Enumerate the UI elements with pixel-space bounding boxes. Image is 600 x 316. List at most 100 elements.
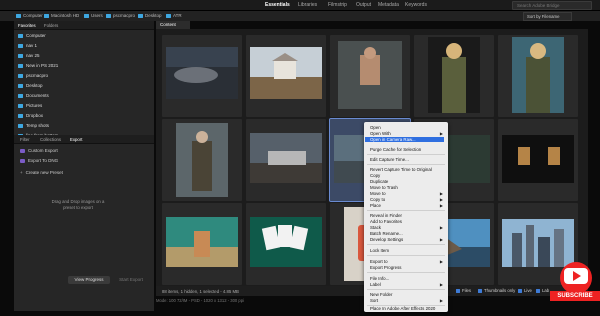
files-toggle[interactable]: Files [456,288,471,293]
menu-duplicate[interactable]: Duplicate [370,179,388,184]
view-progress-button[interactable]: View Progress [68,276,110,284]
menu-revert-capture-time[interactable]: Revert Capture Time to Original [370,167,432,172]
menu-copy[interactable]: Copy [370,173,380,178]
menu-open-with[interactable]: Open With [370,131,391,136]
workspace-metadata[interactable]: Metadata [378,2,399,8]
menu-reveal-in-finder[interactable]: Reveal in Finder [370,213,402,218]
thumbnail-image [176,123,228,197]
menu-place-after-effects[interactable]: Place In Adobe After Effects 2020 [370,306,435,311]
thumbnail-cell[interactable] [498,119,578,201]
menu-develop-settings[interactable]: Develop Settings [370,237,403,242]
thumbnail-image [502,219,574,267]
favorite-item[interactable]: Documents [18,93,49,98]
folder-icon [18,73,23,78]
thumbnail-cell[interactable] [330,35,410,117]
menu-purge-cache[interactable]: Purge Cache for Selection [370,147,421,152]
menu-open-camera-raw[interactable]: Open in Camera Raw... [365,137,444,142]
menu-sort[interactable]: Sort [370,298,378,303]
submenu-arrow-icon: ▶ [439,191,443,196]
thumbnail-cell[interactable] [414,35,494,117]
menu-copy-to[interactable]: Copy to [370,197,385,202]
menu-batch-rename[interactable]: Batch Rename... [370,231,403,236]
breadcrumb-atr[interactable]: ATR [166,13,182,18]
live-toggle[interactable]: Live [518,288,532,293]
menu-place[interactable]: Place [370,203,381,208]
thumbnail-image [512,37,564,113]
menu-new-folder[interactable]: New Folder [370,292,392,297]
folder-icon [18,63,23,68]
thumbnail-cell[interactable] [162,203,242,285]
tab-folders[interactable]: Folders [44,23,58,28]
breadcrumb-hd[interactable]: Macintosh HD [44,13,79,18]
menu-separator [367,154,445,155]
start-export-button[interactable]: Start Export [116,276,146,284]
breadcrumb-computer[interactable]: Computer [16,13,43,18]
tab-export[interactable]: Export [70,137,82,142]
menu-label[interactable]: Label [370,282,381,287]
menu-open[interactable]: Open [370,125,381,130]
thumbnail-cell[interactable] [162,119,242,201]
breadcrumb-users[interactable]: Users [84,13,103,18]
sort-dropdown[interactable]: Sort by Filename [523,12,572,21]
favorite-item[interactable]: nav 25 [18,53,40,58]
favorites-tabs: Favorites Folders [14,21,154,30]
favorite-item[interactable]: Computer [18,33,46,38]
menu-move-to-trash[interactable]: Move to Trash [370,185,398,190]
favorite-item[interactable]: Desktop [18,83,43,88]
thumbnail-cell[interactable] [246,203,326,285]
thumbnail-cell[interactable] [498,35,578,117]
folder-icon [18,93,23,98]
favorite-item[interactable]: Pictures [18,103,42,108]
thumbnail-image [502,135,574,183]
menu-stack[interactable]: Stack [370,225,381,230]
checkbox-icon [478,288,482,293]
export-new-preset[interactable]: + Create new Preset [20,170,63,175]
submenu-arrow-icon: ▶ [439,225,443,230]
favorite-item[interactable]: Dropbox [18,113,43,118]
thumbnail-image [428,37,480,113]
export-dng[interactable]: Export To DNG [20,158,58,163]
folder-icon [18,83,23,88]
thumbnails-only-toggle[interactable]: Thumbnails only [478,288,515,293]
tab-content[interactable]: Content [156,21,190,29]
menu-add-to-favorites[interactable]: Add to Favorites [370,219,402,224]
workspace-libraries[interactable]: Libraries [298,2,317,8]
tab-collections[interactable]: Collections [40,137,61,142]
menu-file-info[interactable]: File Info... [370,276,389,281]
thumbnail-cell[interactable] [246,119,326,201]
menu-move-to[interactable]: Move to [370,191,386,196]
folder-icon [18,113,23,118]
breadcrumb-desktop[interactable]: Desktop [138,13,162,18]
file-info-footer: Mode: 100 72/IM - PSD - 1020 x 1312 - 30… [156,298,244,303]
export-custom[interactable]: Custom Export [20,148,58,153]
favorite-item[interactable]: pscmacpro [18,73,48,78]
folder-icon [44,13,49,18]
subscribe-badge[interactable]: SUBSCRIBE [550,291,600,301]
lower-tabs: Filter Collections Export [14,135,154,144]
tab-favorites[interactable]: Favorites [18,23,36,28]
left-panel: Favorites Folders Computer nav 1 nav 25 … [14,21,154,311]
menu-export-progress[interactable]: Export Progress [370,265,401,270]
workspace-output[interactable]: Output [356,2,371,8]
favorite-item[interactable]: nav 1 [18,43,37,48]
menu-edit-capture-time[interactable]: Edit Capture Time... [370,157,409,162]
workspace-essentials[interactable]: Essentials [265,2,290,8]
thumbnail-cell[interactable] [162,35,242,117]
breadcrumb-pscmacpro[interactable]: pscmacpro [106,13,135,18]
search-input[interactable]: Search Adobe Bridge [512,1,592,10]
submenu-arrow-icon: ▶ [439,131,443,136]
favorite-item[interactable]: New in PS 2021 [18,63,58,68]
context-menu: Open Open With ▶ Open in Camera Raw... P… [364,122,448,312]
favorite-item[interactable]: Temp shots [18,123,49,128]
folder-icon [18,53,23,58]
menu-lock-item[interactable]: Lock Item [370,248,389,253]
folder-icon [84,13,89,18]
workspace-filmstrip[interactable]: Filmstrip [328,2,347,8]
lab-toggle[interactable]: Lab [536,288,549,293]
thumbnail-image [250,133,322,183]
workspace-keywords[interactable]: Keywords [405,2,427,8]
menu-export-to[interactable]: Export to [370,259,388,264]
thumbnail-cell[interactable] [246,35,326,117]
tab-filter[interactable]: Filter [20,137,30,142]
export-drop-zone[interactable]: Drag and Drop images on a preset to expo… [48,199,108,211]
